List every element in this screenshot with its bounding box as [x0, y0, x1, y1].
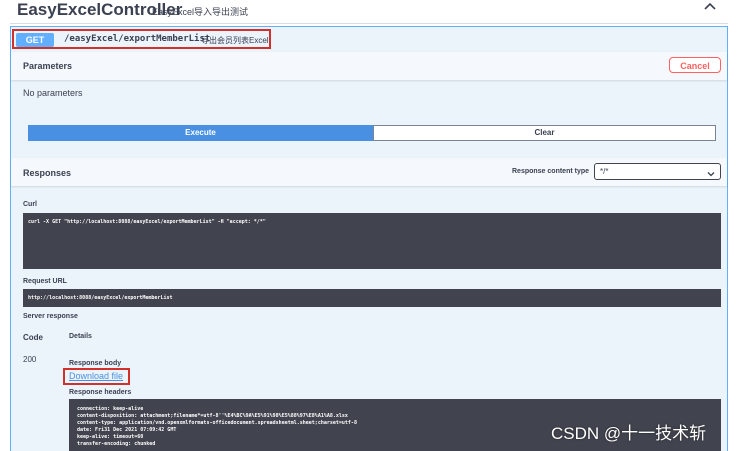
chevron-down-icon: [707, 168, 715, 177]
response-content-type-label: Response content type: [512, 168, 590, 175]
content-type-value: */*: [600, 167, 609, 176]
operation-description: 导出会员列表Excel: [201, 36, 269, 45]
cancel-button[interactable]: Cancel: [669, 57, 721, 73]
code-column-header: Code: [23, 333, 43, 342]
operation-path[interactable]: /easyExcel/exportMemberList: [64, 34, 210, 44]
parameters-header: [11, 52, 727, 80]
parameters-heading: Parameters: [23, 61, 73, 71]
response-headers-label: Response headers: [69, 389, 132, 396]
no-parameters-text: No parameters: [23, 88, 83, 98]
status-code: 200: [23, 355, 37, 364]
server-response-label: Server response: [23, 313, 78, 320]
controller-description: EasyExcel导入导出测试: [152, 7, 249, 17]
responses-heading: Responses: [23, 168, 72, 178]
chevron-up-icon[interactable]: [703, 0, 717, 14]
clear-button[interactable]: Clear: [373, 125, 716, 141]
header-line: connection: keep-alive: [77, 406, 144, 412]
response-content-type-select[interactable]: */*: [594, 163, 721, 180]
execute-button[interactable]: Execute: [28, 125, 373, 141]
curl-label: Curl: [23, 201, 37, 208]
details-column-header: Details: [69, 333, 92, 340]
watermark: CSDN @十一技术斩: [551, 424, 707, 443]
download-file-link[interactable]: Download file: [69, 371, 123, 381]
method-badge[interactable]: GET: [16, 33, 54, 47]
request-url-value[interactable]: http://localhost:8088/easyExcel/exportMe…: [23, 289, 721, 307]
response-body-label: Response body: [69, 360, 122, 367]
curl-command[interactable]: curl -X GET "http://localhost:8088/easyE…: [23, 213, 721, 269]
header-divider: [10, 23, 728, 24]
request-url-label: Request URL: [23, 278, 67, 285]
